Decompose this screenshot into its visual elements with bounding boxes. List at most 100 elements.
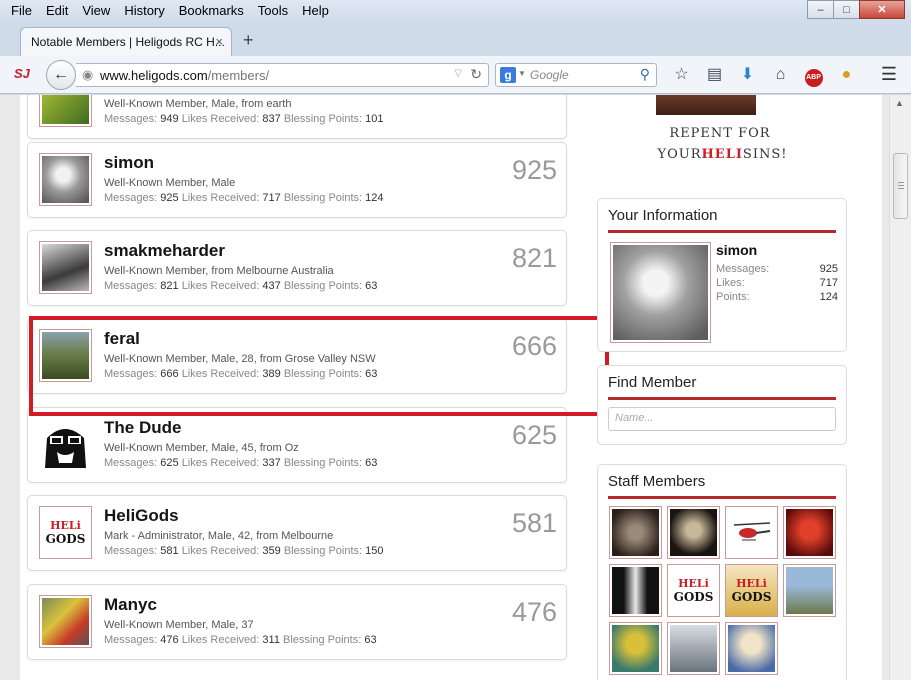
menu-tools[interactable]: Tools	[251, 3, 295, 18]
panel-title: Find Member	[608, 374, 697, 391]
menu-bar: File Edit View History Bookmarks Tools H…	[4, 3, 336, 18]
title-rule	[608, 496, 836, 499]
find-member-panel: Find Member Name...	[597, 365, 847, 445]
member-description: Well-Known Member, Male, from earth	[104, 98, 292, 110]
staff-avatar[interactable]	[725, 622, 778, 675]
banner-line2: YOURHELISINS!	[657, 147, 788, 162]
menu-view[interactable]: View	[75, 3, 117, 18]
member-name[interactable]: HeliGods	[104, 506, 179, 526]
window-titlebar: File Edit View History Bookmarks Tools H…	[0, 0, 911, 24]
member-avatar[interactable]: HELi GODS	[39, 506, 92, 559]
panel-title: Staff Members	[608, 473, 706, 490]
member-name[interactable]: smakmeharder	[104, 241, 225, 261]
bookmarks-list-icon[interactable]: ▤	[698, 64, 731, 86]
staff-avatar[interactable]: HELi GODS	[725, 564, 778, 617]
member-card[interactable]: HELi GODS HeliGods Mark - Administrator,…	[27, 495, 567, 571]
home-icon[interactable]: ⌂	[764, 64, 797, 86]
tab-notable-members[interactable]: Notable Members | Heligods RC H... ×	[20, 27, 232, 56]
tab-strip: Notable Members | Heligods RC H... × +	[0, 24, 911, 56]
tab-title: Notable Members | Heligods RC H...	[31, 35, 225, 49]
member-description: Well-Known Member, from Melbourne Austra…	[104, 265, 334, 277]
staff-avatar[interactable]	[667, 506, 720, 559]
bookmark-star-icon[interactable]: ☆	[665, 64, 698, 86]
menu-history[interactable]: History	[117, 3, 171, 18]
member-count: 625	[511, 420, 557, 450]
addon-logo-icon[interactable]: SJ	[14, 66, 30, 81]
adblock-icon[interactable]: ABP	[797, 64, 830, 87]
url-bar[interactable]: ◉ www.heligods.com/members/ ▽ ↻	[76, 63, 489, 87]
window-controls: – □ ✕	[807, 0, 905, 19]
member-stats: Messages: 581 Likes Received: 359 Blessi…	[104, 545, 384, 557]
member-description: Well-Known Member, Male, 37	[104, 619, 254, 631]
staff-avatar[interactable]	[609, 506, 662, 559]
reload-icon[interactable]: ↻	[470, 66, 482, 83]
scroll-up-icon[interactable]: ▲	[895, 98, 904, 108]
search-bar[interactable]: g ▼ Google ⚲	[495, 63, 657, 87]
search-input[interactable]: Google	[530, 68, 569, 82]
url-dropdown-icon[interactable]: ▽	[454, 68, 462, 79]
navigation-toolbar: SJ ◉ www.heligods.com/members/ ▽ ↻ ← g ▼…	[0, 56, 911, 94]
menu-bookmarks[interactable]: Bookmarks	[172, 3, 251, 18]
find-member-input[interactable]: Name...	[608, 407, 836, 431]
member-avatar[interactable]	[39, 418, 92, 471]
member-avatar[interactable]	[39, 153, 92, 206]
scrollbar-thumb[interactable]	[893, 153, 908, 219]
repent-banner: REPENT FOR YOURHELISINS!	[620, 95, 830, 165]
member-description: Mark - Administrator, Male, 42, from Mel…	[104, 530, 334, 542]
highlight-box	[29, 316, 609, 416]
staff-avatar[interactable]	[783, 564, 836, 617]
member-stats: Messages: 925 Likes Received: 717 Blessi…	[104, 192, 384, 204]
addon-icon[interactable]: ●	[830, 64, 863, 86]
member-avatar[interactable]	[39, 595, 92, 648]
panel-title: Your Information	[608, 207, 718, 224]
engine-dropdown-icon[interactable]: ▼	[518, 69, 526, 78]
member-avatar[interactable]	[39, 95, 92, 127]
staff-avatar[interactable]	[609, 622, 662, 675]
back-arrow-icon: ←	[53, 66, 69, 83]
google-icon[interactable]: g	[500, 67, 516, 83]
staff-avatar[interactable]	[609, 564, 662, 617]
vertical-scrollbar[interactable]: ▲	[889, 95, 911, 680]
back-button[interactable]: ←	[46, 60, 76, 90]
downloads-icon[interactable]: ⬇	[731, 64, 764, 86]
member-stats: Messages: 821 Likes Received: 437 Blessi…	[104, 280, 378, 292]
page-viewport: Well-Known Member, Male, from earth Mess…	[0, 95, 889, 680]
your-information-panel: Your Information simon Messages: 925 Like…	[597, 198, 847, 352]
url-text[interactable]: www.heligods.com/members/	[100, 68, 269, 83]
staff-avatar[interactable]	[667, 622, 720, 675]
member-avatar[interactable]	[39, 241, 92, 294]
member-name[interactable]: simon	[104, 153, 154, 173]
member-count: 476	[511, 597, 557, 627]
title-rule	[608, 230, 836, 233]
staff-avatar[interactable]: HELi GODS	[667, 564, 720, 617]
member-card[interactable]: smakmeharder Well-Known Member, from Mel…	[27, 230, 567, 306]
user-name[interactable]: simon	[716, 242, 757, 258]
dude-avatar-icon	[39, 418, 92, 471]
member-count: 821	[511, 243, 557, 273]
member-card[interactable]: simon Well-Known Member, Male Messages: …	[27, 142, 567, 218]
user-avatar[interactable]	[610, 242, 711, 343]
staff-avatar[interactable]	[725, 506, 778, 559]
close-window-button[interactable]: ✕	[859, 0, 905, 19]
search-icon[interactable]: ⚲	[640, 66, 650, 83]
staff-avatar[interactable]	[783, 506, 836, 559]
user-points: Points: 124	[716, 291, 838, 303]
close-tab-icon[interactable]: ×	[215, 34, 223, 49]
menu-help[interactable]: Help	[295, 3, 336, 18]
minimize-button[interactable]: –	[807, 0, 834, 19]
member-name[interactable]: The Dude	[104, 418, 181, 438]
menu-edit[interactable]: Edit	[39, 3, 75, 18]
member-stats: Messages: 949 Likes Received: 837 Blessi…	[104, 113, 384, 125]
church-roof-icon	[656, 95, 756, 115]
member-card[interactable]: The Dude Well-Known Member, Male, 45, fr…	[27, 407, 567, 483]
user-likes: Likes: 717	[716, 277, 838, 289]
menu-file[interactable]: File	[4, 3, 39, 18]
new-tab-button[interactable]: +	[243, 30, 254, 51]
member-name[interactable]: Manyc	[104, 595, 157, 615]
maximize-button[interactable]: □	[833, 0, 860, 19]
member-card[interactable]: Well-Known Member, Male, from earth Mess…	[27, 95, 567, 139]
member-card[interactable]: Manyc Well-Known Member, Male, 37 Messag…	[27, 584, 567, 660]
member-description: Well-Known Member, Male, 45, from Oz	[104, 442, 299, 454]
member-stats: Messages: 476 Likes Received: 311 Blessi…	[104, 634, 377, 646]
hamburger-menu-icon[interactable]: ☰	[881, 64, 897, 85]
